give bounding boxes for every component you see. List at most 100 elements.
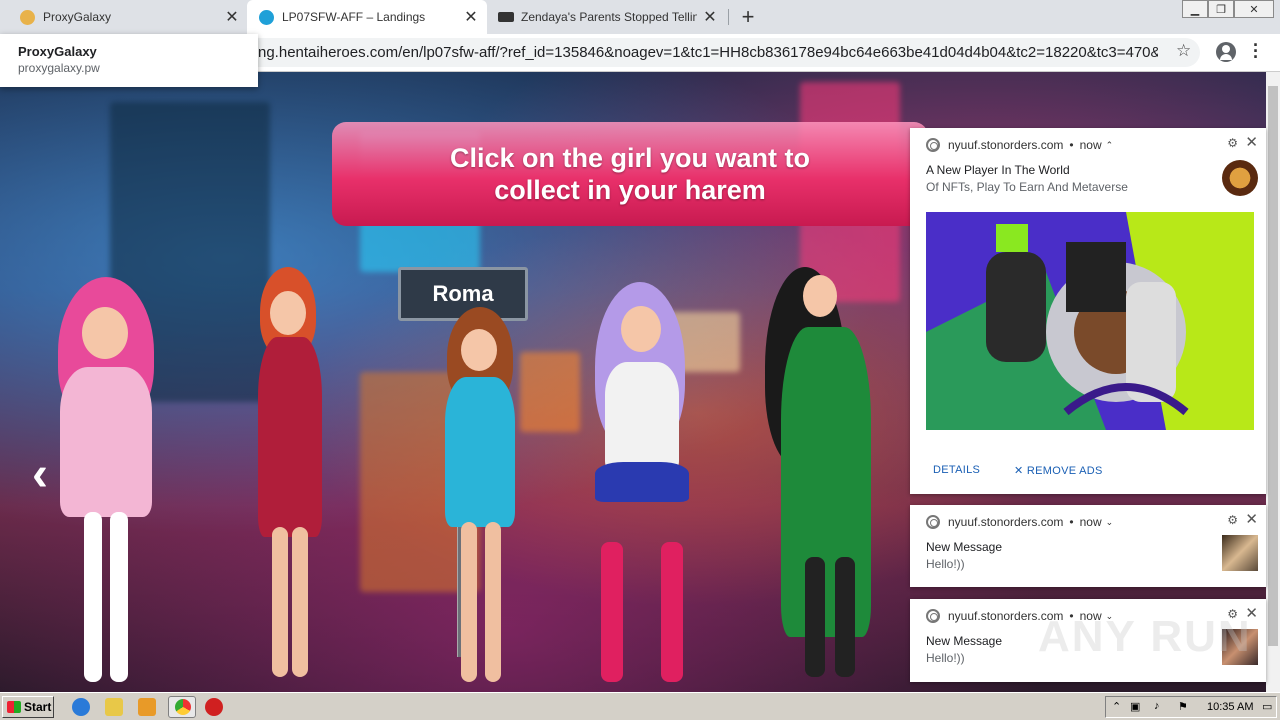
media-player-icon[interactable] — [138, 698, 156, 716]
taskbar-clock: 10:35 AM — [1207, 701, 1254, 713]
separator-dot: • — [1069, 138, 1074, 152]
show-desktop-icon[interactable]: ▭ — [1262, 700, 1272, 713]
close-icon[interactable]: ✕ — [1245, 133, 1258, 151]
chrome-icon — [926, 138, 940, 152]
close-window-button[interactable]: ✕ — [1234, 0, 1274, 18]
gear-icon[interactable]: ⚙ — [1227, 136, 1238, 150]
bookmark-star-icon[interactable]: ☆ — [1176, 41, 1191, 61]
notification-2[interactable]: nyuuf.stonorders.com • now ⌄ ⚙ ✕ New Mes… — [910, 505, 1266, 587]
chrome-icon — [175, 699, 191, 715]
chevron-up-icon[interactable]: ⌃ — [1106, 140, 1114, 151]
notification-header: nyuuf.stonorders.com • now ⌄ — [926, 515, 1113, 529]
avatar-thumbnail — [1222, 535, 1258, 571]
url-text: ng.hentaiheroes.com/en/lp07sfw-aff/?ref_… — [258, 44, 1158, 61]
flag-icon[interactable]: ⚑ — [1178, 700, 1188, 713]
notification-time: now — [1079, 515, 1102, 529]
suggestion-url: proxygalaxy.pw — [18, 61, 100, 75]
profile-avatar-icon[interactable] — [1216, 42, 1236, 62]
notification-title: New Message — [926, 634, 1003, 648]
anyrun-watermark: ANY RUN — [1038, 612, 1252, 661]
character-leg — [461, 522, 477, 682]
character-skirt — [595, 462, 689, 502]
maximize-button[interactable]: ❐ — [1208, 0, 1234, 18]
page-scrollbar[interactable] — [1266, 72, 1280, 692]
close-tab-icon[interactable]: ✕ — [463, 7, 479, 27]
proxygalaxy-favicon — [20, 10, 35, 25]
internet-explorer-icon[interactable] — [72, 698, 90, 716]
suggestion-title: ProxyGalaxy — [18, 44, 97, 59]
omnibox-suggestion[interactable]: ProxyGalaxy proxygalaxy.pw — [0, 34, 258, 87]
tab-zendaya[interactable]: Zendaya's Parents Stopped Telling H ✕ — [488, 0, 724, 34]
gear-icon[interactable]: ⚙ — [1227, 513, 1238, 527]
character-leg — [835, 557, 855, 677]
minimize-button[interactable]: ▁ — [1182, 0, 1208, 18]
stop-icon[interactable] — [205, 698, 223, 716]
character-3[interactable] — [435, 307, 525, 687]
character-leg — [272, 527, 288, 677]
bitcoin-thumbnail — [1222, 160, 1258, 196]
key-icon — [498, 12, 514, 22]
volume-icon[interactable]: ♪ — [1154, 700, 1160, 712]
close-tab-icon[interactable]: ✕ — [224, 7, 240, 27]
banner-text: Click on the girl you want to collect in… — [449, 143, 811, 205]
sign-text: Roma — [432, 281, 494, 306]
character-face — [461, 329, 497, 371]
chrome-icon — [926, 515, 940, 529]
remove-ads-label: REMOVE ADS — [1026, 465, 1103, 477]
details-button[interactable]: DETAILS — [933, 464, 980, 476]
address-bar[interactable]: ng.hentaiheroes.com/en/lp07sfw-aff/?ref_… — [190, 38, 1200, 67]
character-dress — [258, 337, 322, 537]
scrollbar-thumb[interactable] — [1268, 86, 1278, 646]
notification-actions: DETAILS ✕ REMOVE ADS — [910, 446, 1266, 494]
character-leg — [485, 522, 501, 682]
previous-arrow-icon[interactable]: ‹ — [32, 447, 48, 502]
new-tab-button[interactable]: + — [738, 4, 758, 30]
tab-title: LP07SFW-AFF – Landings — [282, 10, 426, 24]
character-2[interactable] — [250, 267, 330, 687]
hentaiheroes-favicon — [259, 10, 274, 25]
folder-icon[interactable] — [105, 698, 123, 716]
character-leg — [292, 527, 308, 677]
character-leg — [805, 557, 825, 677]
character-boot — [601, 542, 623, 682]
network-icon[interactable]: ▣ — [1130, 700, 1140, 713]
windows-flag-icon — [7, 701, 21, 713]
character-4[interactable] — [565, 282, 715, 687]
character-dress — [781, 327, 871, 637]
character-dress — [445, 377, 515, 527]
character-face — [270, 291, 306, 335]
close-tab-icon[interactable]: ✕ — [702, 7, 718, 27]
chevron-down-icon[interactable]: ⌄ — [1106, 517, 1114, 528]
close-icon[interactable]: ✕ — [1245, 510, 1258, 528]
character-leg — [84, 512, 102, 682]
menu-dots-icon[interactable]: · · · — [1253, 36, 1259, 66]
character-boot — [661, 542, 683, 682]
tray-expand-icon[interactable]: ⌃ — [1112, 700, 1121, 713]
tab-landings[interactable]: LP07SFW-AFF – Landings ✕ — [247, 0, 487, 34]
notification-body: Hello!)) — [926, 651, 965, 665]
nft-artwork — [926, 212, 1254, 430]
character-dress — [60, 367, 152, 517]
notification-body: Hello!)) — [926, 557, 965, 571]
start-label: Start — [24, 700, 52, 714]
remove-ads-button[interactable]: ✕ REMOVE ADS — [1014, 464, 1103, 477]
character-leg — [110, 512, 128, 682]
instruction-banner: Click on the girl you want to collect in… — [332, 122, 928, 226]
tab-proxygalaxy[interactable]: ProxyGalaxy ✕ — [0, 0, 246, 34]
notification-time: now — [1079, 138, 1102, 152]
chrome-taskbar-button[interactable] — [168, 696, 196, 718]
character-1[interactable] — [40, 277, 170, 687]
character-face — [803, 275, 837, 317]
character-suit — [605, 362, 679, 472]
notification-body: Of NFTs, Play To Earn And Metaverse — [926, 180, 1128, 194]
tab-title: Zendaya's Parents Stopped Telling H — [521, 10, 697, 24]
character-face — [82, 307, 128, 359]
notification-1[interactable]: nyuuf.stonorders.com • now ⌃ ⚙ ✕ A New P… — [910, 128, 1266, 494]
notification-source: nyuuf.stonorders.com — [948, 515, 1064, 529]
character-5[interactable] — [755, 267, 875, 687]
start-button[interactable]: Start — [2, 696, 54, 718]
notification-header: nyuuf.stonorders.com • now ⌃ — [926, 138, 1113, 152]
notification-title: New Message — [926, 540, 1003, 554]
notification-title: A New Player In The World — [926, 163, 1070, 177]
character-face — [621, 306, 661, 352]
